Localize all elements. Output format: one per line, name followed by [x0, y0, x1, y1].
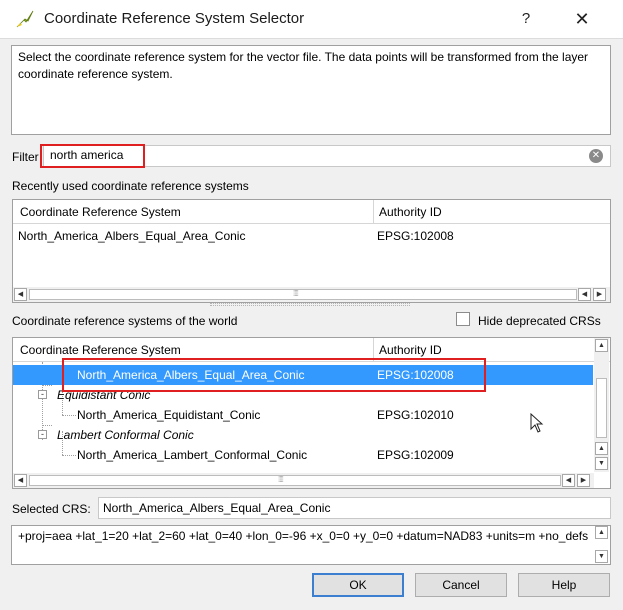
filter-input[interactable]: north america [43, 145, 611, 167]
world-vscroll-thumb[interactable] [596, 378, 607, 438]
world-row-name: North_America_Albers_Equal_Area_Conic [77, 368, 305, 382]
close-button[interactable]: ✕ [562, 6, 602, 32]
tree-group-label: Lambert Conformal Conic [57, 428, 194, 442]
world-table: Coordinate Reference System Authority ID… [12, 337, 611, 489]
scroll-left-icon[interactable]: ◀ [14, 288, 27, 301]
table-row[interactable]: North_America_Albers_Equal_Area_Conic EP… [13, 365, 593, 385]
world-hscroll[interactable]: ◀ ⁞⁞⁞⁞ ◀ ▶ [13, 473, 594, 488]
scroll-down-icon[interactable]: ▼ [595, 457, 608, 470]
proj-definition-text: +proj=aea +lat_1=20 +lat_2=60 +lat_0=40 … [18, 529, 589, 543]
tree-group-label: Equidistant Conic [57, 388, 151, 402]
tree-group-row[interactable]: - Lambert Conformal Conic [13, 425, 610, 445]
world-row-id: EPSG:102009 [377, 448, 454, 462]
scroll-up-icon[interactable]: ▲ [595, 526, 608, 539]
world-row-name: North_America_Lambert_Conformal_Conic [77, 448, 308, 462]
hide-deprecated-checkbox[interactable] [456, 312, 470, 326]
clear-icon[interactable]: ✕ [589, 149, 603, 163]
world-label: Coordinate reference systems of the worl… [12, 314, 238, 328]
proj-definition[interactable]: +proj=aea +lat_1=20 +lat_2=60 +lat_0=40 … [11, 525, 611, 565]
scroll-left-icon[interactable]: ◀ [578, 288, 591, 301]
help-title-button[interactable]: ? [508, 6, 544, 32]
title-bar: Coordinate Reference System Selector ? ✕ [0, 0, 623, 38]
ok-button[interactable]: OK [312, 573, 404, 597]
recent-row-name: North_America_Albers_Equal_Area_Conic [18, 229, 246, 243]
recent-label: Recently used coordinate reference syste… [12, 179, 249, 193]
world-vscroll[interactable]: ▲ ▲ ▼ [594, 338, 609, 472]
scroll-up-icon[interactable]: ▲ [595, 339, 608, 352]
scroll-down-icon[interactable]: ▼ [595, 550, 608, 563]
recent-table-header: Coordinate Reference System Authority ID [13, 200, 610, 224]
scroll-right-icon[interactable]: ▶ [577, 474, 590, 487]
hide-deprecated-label[interactable]: Hide deprecated CRSs [478, 314, 601, 328]
qgis-icon [16, 10, 34, 28]
world-col-authority[interactable]: Authority ID [374, 338, 594, 362]
scroll-right-icon[interactable]: ▶ [593, 288, 606, 301]
mouse-cursor-icon [530, 413, 544, 433]
selected-crs-field[interactable]: North_America_Albers_Equal_Area_Conic [98, 497, 611, 519]
tree-group-row[interactable]: - Equidistant Conic [13, 385, 610, 405]
help-button[interactable]: Help [518, 573, 610, 597]
scroll-up-icon[interactable]: ▲ [595, 442, 608, 455]
collapse-icon[interactable]: - [38, 390, 47, 399]
world-table-header: Coordinate Reference System Authority ID [13, 338, 610, 362]
selected-crs-label: Selected CRS: [12, 502, 91, 516]
world-row-id: EPSG:102010 [377, 408, 454, 422]
scroll-left-icon[interactable]: ◀ [14, 474, 27, 487]
table-row[interactable]: North_America_Equidistant_Conic EPSG:102… [13, 405, 610, 425]
recent-table: Coordinate Reference System Authority ID… [12, 199, 611, 303]
recent-row-id: EPSG:102008 [377, 229, 454, 243]
description-text: Select the coordinate reference system f… [11, 45, 611, 135]
world-col-crs[interactable]: Coordinate Reference System [15, 338, 373, 362]
recent-col-crs[interactable]: Coordinate Reference System [15, 200, 373, 224]
table-row[interactable]: North_America_Albers_Equal_Area_Conic EP… [13, 226, 610, 246]
recent-hscroll-thumb[interactable] [29, 289, 577, 300]
world-row-name: North_America_Equidistant_Conic [77, 408, 261, 422]
recent-col-authority[interactable]: Authority ID [374, 200, 610, 224]
table-row[interactable]: North_America_Lambert_Conformal_Conic EP… [13, 445, 610, 465]
cancel-button[interactable]: Cancel [415, 573, 507, 597]
world-hscroll-thumb[interactable] [29, 475, 561, 486]
filter-label: Filter [12, 150, 39, 164]
scroll-left-icon[interactable]: ◀ [562, 474, 575, 487]
splitter-handle[interactable] [210, 303, 410, 306]
world-row-id: EPSG:102008 [377, 368, 454, 382]
collapse-icon[interactable]: - [38, 430, 47, 439]
recent-hscroll[interactable]: ◀ ⁞⁞⁞⁞ ◀ ▶ [13, 287, 610, 302]
window-title: Coordinate Reference System Selector [44, 10, 305, 27]
dialog-body: Select the coordinate reference system f… [0, 38, 623, 610]
